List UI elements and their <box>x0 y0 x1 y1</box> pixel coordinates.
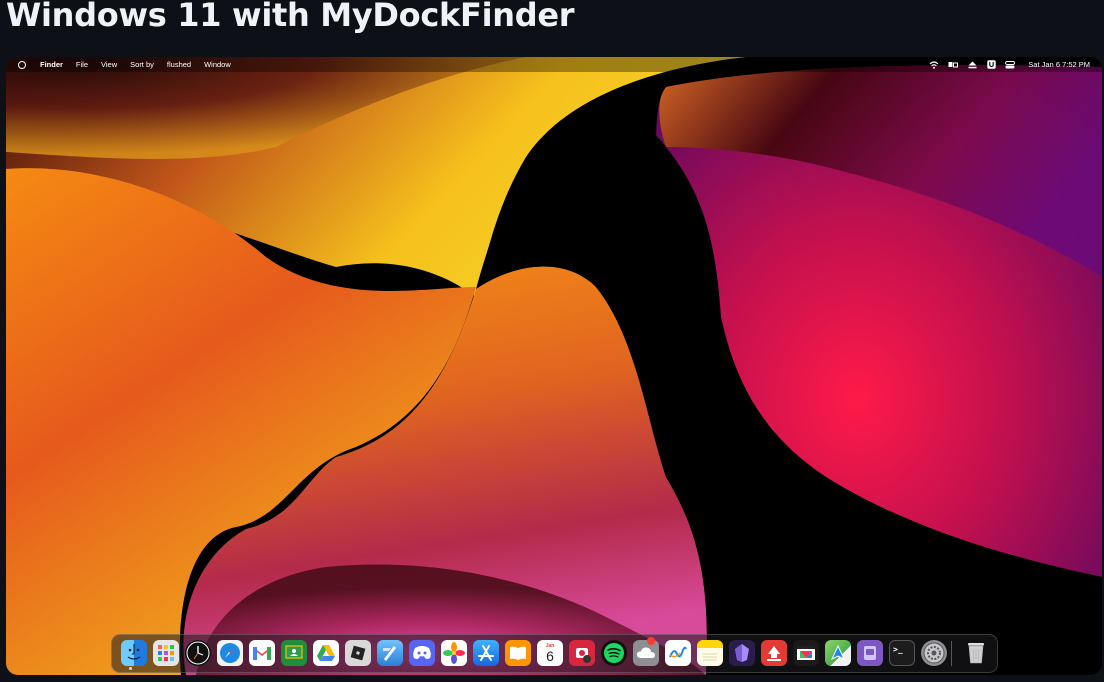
user-icon[interactable] <box>986 60 996 69</box>
running-indicator <box>129 667 132 670</box>
photos-icon[interactable] <box>441 640 467 666</box>
finder-icon[interactable] <box>121 640 147 666</box>
final-cut-icon[interactable] <box>793 640 819 666</box>
icloud-icon[interactable] <box>633 640 659 666</box>
dock: Jan 6 >_ <box>111 634 998 673</box>
pdf-expert-icon[interactable] <box>761 640 787 666</box>
menu-sort-by[interactable]: Sort by <box>130 60 154 69</box>
books-icon[interactable] <box>505 640 531 666</box>
freeform-icon[interactable] <box>665 640 691 666</box>
wifi-icon[interactable] <box>929 60 939 69</box>
photo-booth-icon[interactable] <box>569 640 595 666</box>
app-store-icon[interactable] <box>473 640 499 666</box>
xcode-icon[interactable] <box>377 640 403 666</box>
google-drive-icon[interactable] <box>313 640 339 666</box>
notes-icon[interactable] <box>697 640 723 666</box>
calendar-icon[interactable]: Jan 6 <box>537 640 563 666</box>
menu-flushed[interactable]: flushed <box>167 60 191 69</box>
network-icon[interactable] <box>948 60 959 69</box>
calendar-day: 6 <box>546 647 554 664</box>
menu-window[interactable]: Window <box>204 60 231 69</box>
menu-file[interactable]: File <box>76 60 88 69</box>
eject-icon[interactable] <box>967 60 977 69</box>
maps-icon[interactable] <box>825 640 851 666</box>
page-title: Windows 11 with MyDockFinder <box>6 0 575 34</box>
control-center-icon[interactable] <box>1005 60 1016 69</box>
menu-bar: Finder File View Sort by flushed Window … <box>6 57 1102 72</box>
spotify-icon[interactable] <box>601 640 627 666</box>
launchpad-icon[interactable] <box>153 640 179 666</box>
terminal-icon[interactable]: >_ <box>889 640 915 666</box>
obsidian-icon[interactable] <box>729 640 755 666</box>
apple-menu-icon[interactable] <box>18 60 26 69</box>
dock-separator <box>951 641 952 666</box>
system-settings-icon[interactable] <box>921 640 947 666</box>
notification-badge <box>647 637 655 645</box>
menu-view[interactable]: View <box>101 60 117 69</box>
desktop-screen[interactable]: Finder File View Sort by flushed Window … <box>6 57 1102 675</box>
safari-icon[interactable] <box>217 640 243 666</box>
gmail-icon[interactable] <box>249 640 275 666</box>
menu-clock[interactable]: Sat Jan 6 7:52 PM <box>1028 60 1090 69</box>
roblox-icon[interactable] <box>345 640 371 666</box>
wallpaper <box>6 57 1102 675</box>
terminal-prompt: >_ <box>893 645 903 654</box>
discord-icon[interactable] <box>409 640 435 666</box>
clock-icon[interactable] <box>185 640 211 666</box>
podcasts-purple-icon[interactable] <box>857 640 883 666</box>
google-classroom-icon[interactable] <box>281 640 307 666</box>
trash-icon[interactable] <box>963 640 989 666</box>
menu-app-name[interactable]: Finder <box>40 60 63 69</box>
